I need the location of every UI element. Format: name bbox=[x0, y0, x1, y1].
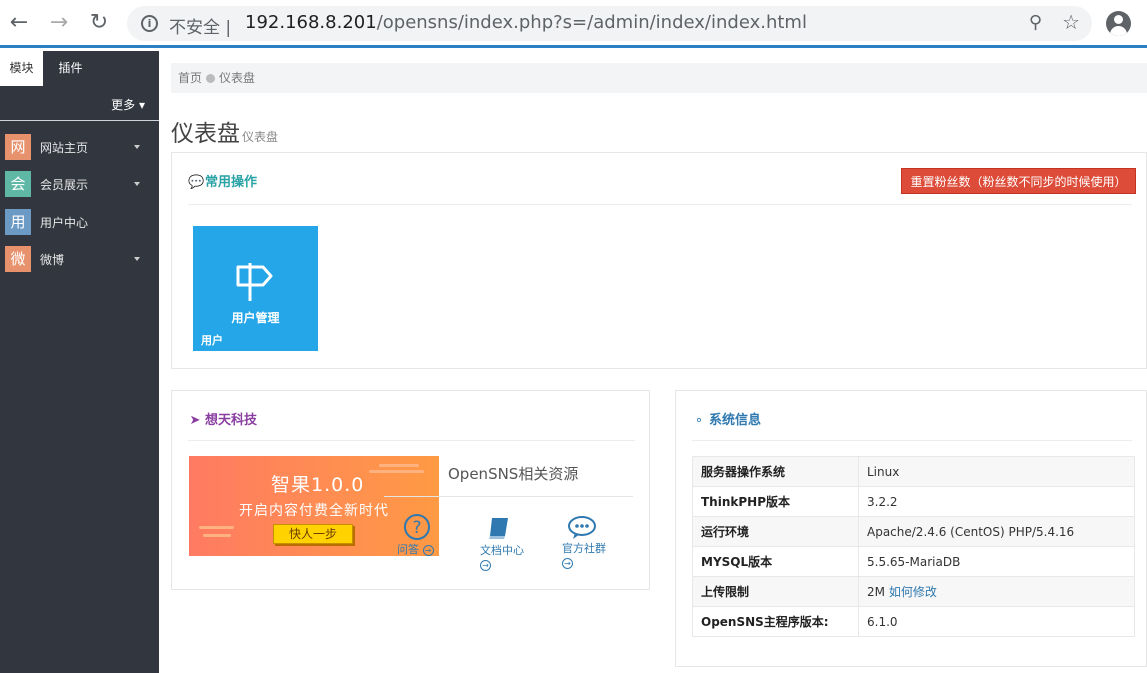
question-circle-icon[interactable]: ? bbox=[403, 513, 431, 541]
banner-cta-button[interactable]: 快人一步 bbox=[273, 524, 353, 544]
comment-icon: 💬 bbox=[188, 175, 205, 190]
caret-down-icon bbox=[134, 182, 140, 186]
sidebar-tabs: 模块 插件 bbox=[0, 51, 159, 86]
admin-sidebar: 模块 插件 更多 ▾ 网 网站主页 会 会员展示 用 用户中心 微 微博 bbox=[0, 51, 159, 673]
zoom-icon[interactable]: ⚲ bbox=[1029, 12, 1042, 33]
chat-bubble-icon[interactable] bbox=[567, 515, 597, 541]
info-value: Linux bbox=[858, 456, 1135, 487]
svg-text:?: ? bbox=[412, 518, 421, 538]
info-key: 上传限制 bbox=[692, 576, 859, 607]
info-value: Apache/2.4.6 (CentOS) PHP/5.4.16 bbox=[858, 516, 1135, 547]
members-badge-icon: 会 bbox=[5, 171, 31, 197]
insecure-label: 不安全 | bbox=[169, 18, 232, 38]
sidebar-item-label: 用户中心 bbox=[40, 216, 89, 230]
url-text[interactable]: 192.168.8.201/opensns/index.php?s=/admin… bbox=[245, 12, 807, 33]
tab-modules[interactable]: 模块 bbox=[0, 51, 43, 86]
banner-decoration bbox=[199, 526, 234, 529]
page-title: 仪表盘 仪表盘 bbox=[171, 121, 279, 147]
account-avatar-icon[interactable] bbox=[1106, 11, 1131, 36]
banner-decoration bbox=[203, 534, 231, 537]
reload-icon[interactable]: ↻ bbox=[86, 10, 112, 36]
table-row: 服务器操作系统 Linux bbox=[692, 456, 1135, 487]
table-row: MYSQL版本 5.5.65-MariaDB bbox=[692, 546, 1135, 577]
signpost-icon bbox=[236, 263, 273, 301]
tile-category: 用户 bbox=[201, 334, 223, 347]
share-icon: ∘ bbox=[694, 413, 704, 428]
panel-header: ∘ 系统信息 bbox=[692, 391, 1132, 441]
table-row: OpenSNS主程序版本: 6.1.0 bbox=[692, 606, 1135, 637]
sidebar-item-site-home[interactable]: 网 网站主页 bbox=[0, 133, 159, 163]
table-row: 上传限制 2M 如何修改 bbox=[692, 576, 1135, 607]
sidebar-item-label: 会员展示 bbox=[40, 178, 89, 192]
arrow-circle-icon: → bbox=[422, 545, 434, 556]
info-key: ThinkPHP版本 bbox=[692, 486, 859, 517]
panel-header: ➤ 想天科技 bbox=[188, 391, 635, 441]
reset-fans-button[interactable]: 重置粉丝数（粉丝数不同步的时候使用） bbox=[901, 168, 1136, 194]
docs-link[interactable]: 文档中心 → bbox=[480, 544, 540, 572]
page-subtitle: 仪表盘 bbox=[242, 130, 279, 144]
system-info-table: 服务器操作系统 Linux ThinkPHP版本 3.2.2 运行环境 Apache/… bbox=[692, 456, 1135, 637]
arrow-circle-icon: → bbox=[480, 560, 491, 571]
forward-arrow-icon[interactable]: → bbox=[46, 10, 72, 36]
bookmark-star-icon[interactable]: ☆ bbox=[1062, 10, 1080, 34]
info-key: 运行环境 bbox=[692, 516, 859, 547]
info-value: 3.2.2 bbox=[858, 486, 1135, 517]
info-icon[interactable]: i bbox=[141, 15, 158, 32]
info-value: 6.1.0 bbox=[858, 606, 1135, 637]
qa-link[interactable]: 问答 → bbox=[397, 543, 434, 557]
tile-title: 用户管理 bbox=[231, 311, 280, 325]
table-row: ThinkPHP版本 3.2.2 bbox=[692, 486, 1135, 517]
user-center-badge-icon: 用 bbox=[5, 209, 31, 235]
book-icon[interactable] bbox=[486, 515, 512, 541]
more-dropdown[interactable]: 更多 ▾ bbox=[111, 96, 145, 113]
info-key: OpenSNS主程序版本: bbox=[692, 606, 859, 637]
community-link[interactable]: 官方社群 → bbox=[562, 542, 622, 570]
site-home-badge-icon: 网 bbox=[5, 134, 31, 160]
how-to-modify-link[interactable]: 如何修改 bbox=[889, 585, 937, 599]
sidebar-item-members[interactable]: 会 会员展示 bbox=[0, 170, 159, 200]
tab-plugins[interactable]: 插件 bbox=[43, 51, 98, 86]
info-value: 2M 如何修改 bbox=[858, 576, 1135, 607]
info-value: 5.5.65-MariaDB bbox=[858, 546, 1135, 577]
company-title: ➤ 想天科技 bbox=[189, 413, 258, 428]
sidebar-item-label: 微博 bbox=[40, 253, 65, 267]
send-icon: ➤ bbox=[189, 413, 201, 428]
caret-down-icon bbox=[134, 145, 140, 149]
table-row: 运行环境 Apache/2.4.6 (CentOS) PHP/5.4.16 bbox=[692, 516, 1135, 547]
sidebar-item-label: 网站主页 bbox=[40, 141, 89, 155]
breadcrumb-current: 仪表盘 bbox=[219, 71, 256, 85]
arrow-circle-icon: → bbox=[562, 558, 573, 569]
address-bar[interactable]: i 不安全 | 192.168.8.201/opensns/index.php?… bbox=[127, 6, 1092, 41]
sidebar-item-weibo[interactable]: 微 微博 bbox=[0, 245, 159, 275]
banner-decoration bbox=[379, 464, 419, 467]
sidebar-item-user-center[interactable]: 用 用户中心 bbox=[0, 208, 159, 238]
back-arrow-icon[interactable]: ← bbox=[6, 10, 32, 36]
banner-decoration bbox=[369, 470, 424, 473]
zhiguo-banner[interactable]: 智果1.0.0 开启内容付费全新时代 快人一步 bbox=[189, 456, 439, 556]
breadcrumb-separator-icon bbox=[206, 74, 216, 83]
browser-toolbar: ← → ↻ i 不安全 | 192.168.8.201/opensns/inde… bbox=[0, 0, 1147, 48]
user-management-tile[interactable]: 用户管理 用户 bbox=[193, 226, 318, 351]
info-key: MYSQL版本 bbox=[692, 546, 859, 577]
caret-down-icon bbox=[134, 257, 140, 261]
weibo-badge-icon: 微 bbox=[5, 246, 31, 272]
resources-divider bbox=[384, 496, 633, 497]
system-info-title: ∘ 系统信息 bbox=[692, 409, 761, 428]
breadcrumb-home[interactable]: 首页 bbox=[178, 71, 202, 85]
sidebar-divider bbox=[0, 120, 159, 121]
common-ops-title: 💬常用操作 bbox=[188, 175, 258, 190]
info-key: 服务器操作系统 bbox=[692, 456, 859, 487]
banner-title: 智果1.0.0 bbox=[271, 474, 365, 496]
breadcrumb: 首页 仪表盘 bbox=[171, 63, 1147, 93]
banner-subtitle: 开启内容付费全新时代 bbox=[239, 503, 389, 519]
resources-title: OpenSNS相关资源 bbox=[448, 465, 579, 483]
